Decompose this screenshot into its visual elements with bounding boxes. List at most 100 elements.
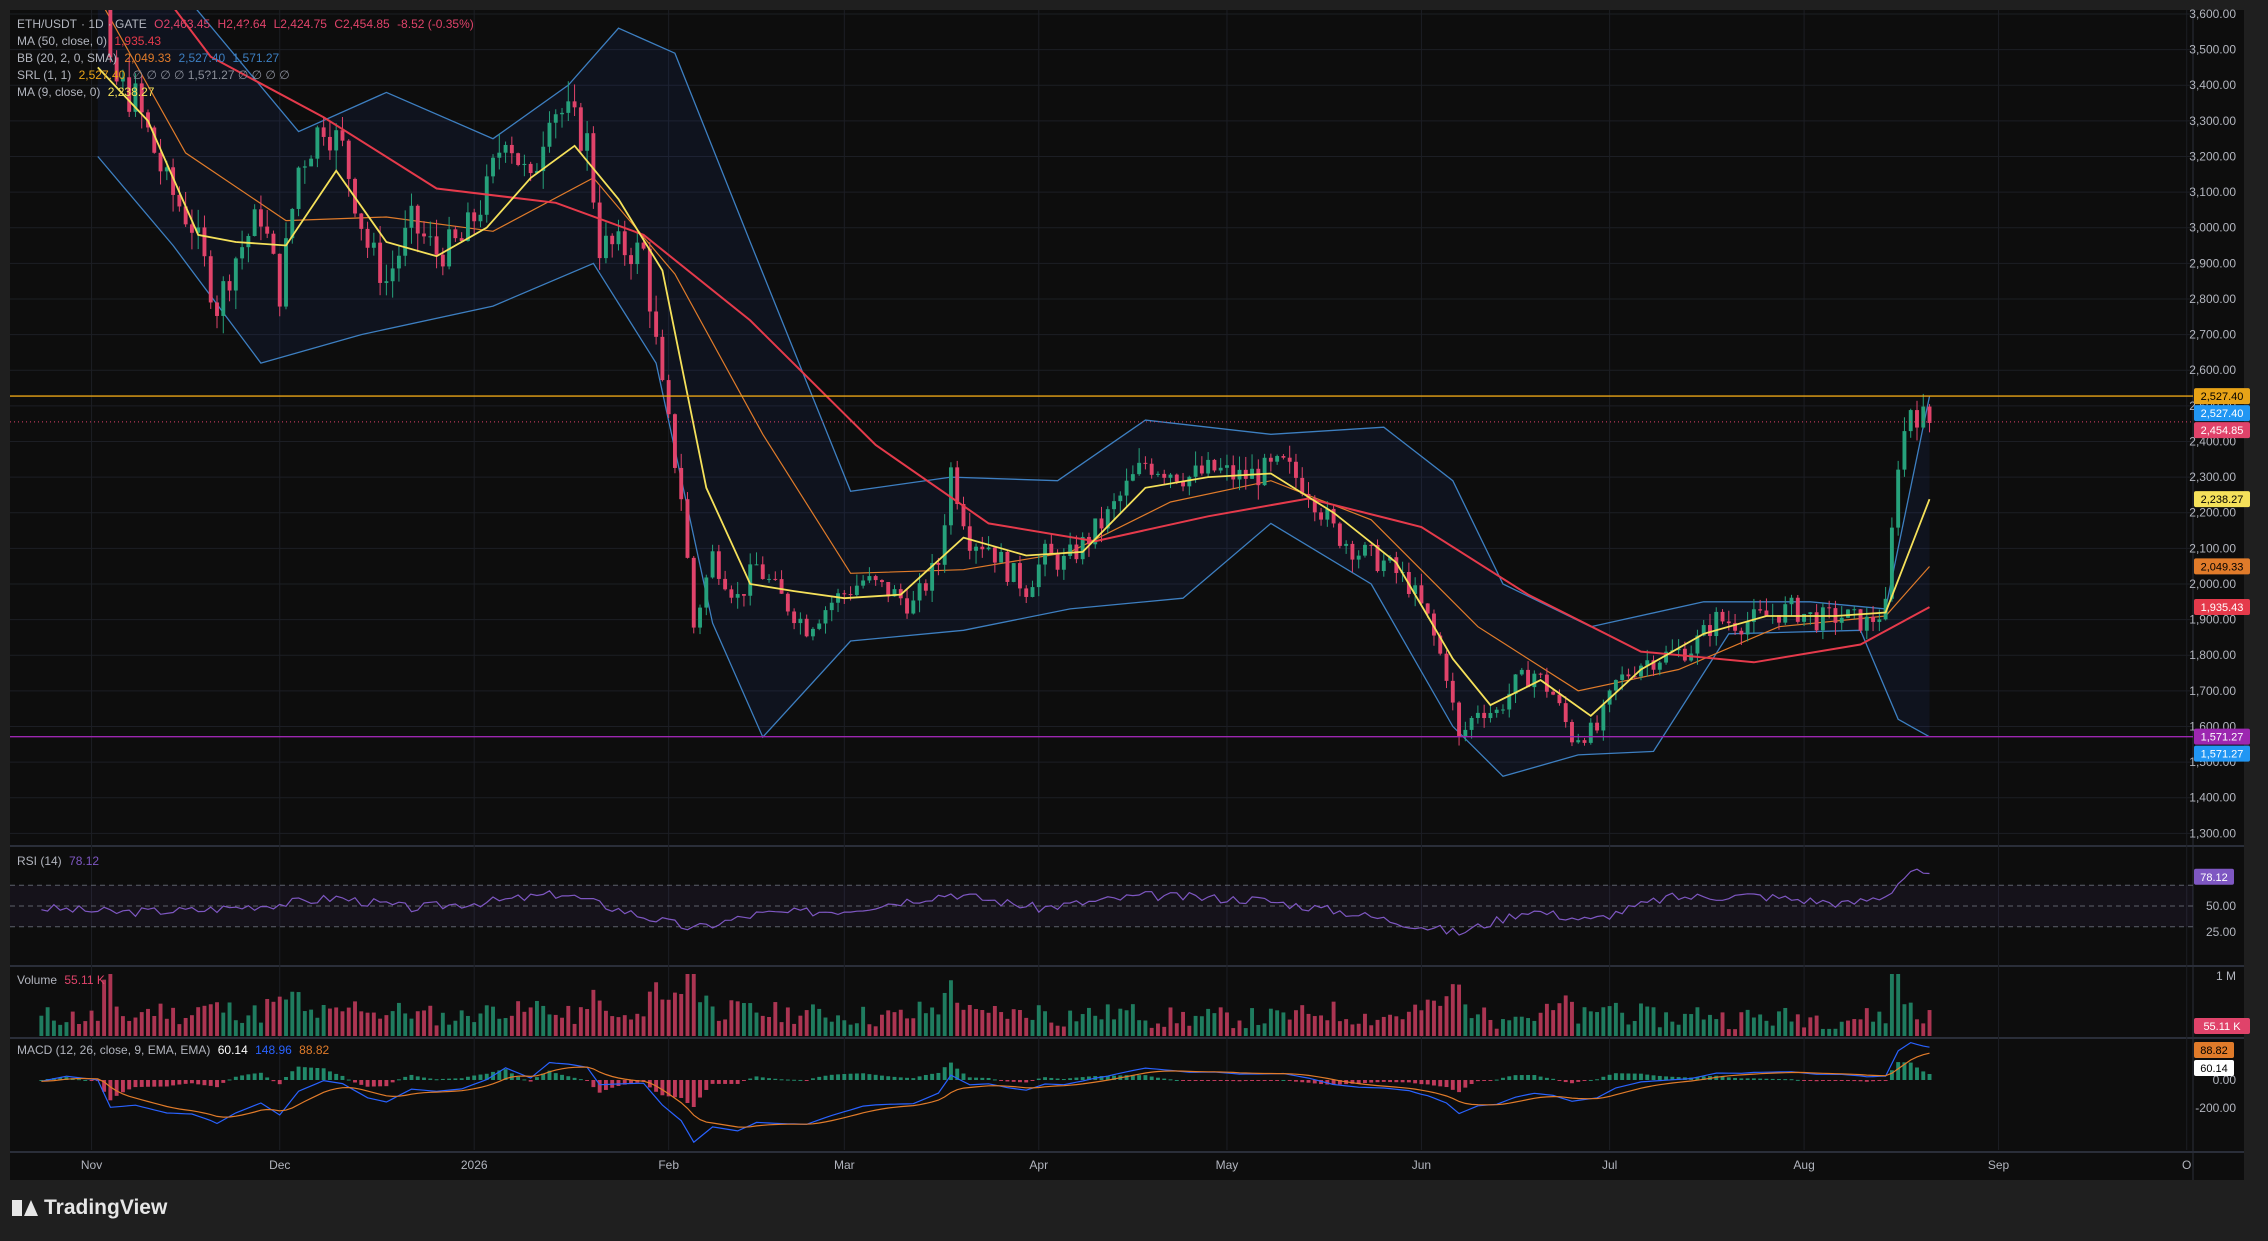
candle-body — [1130, 474, 1135, 481]
volume-bar — [760, 1015, 765, 1036]
volume-bar — [798, 1015, 803, 1036]
candle-body — [509, 144, 514, 154]
candle-body — [1657, 662, 1662, 670]
volume-bar — [1018, 1009, 1022, 1036]
legend-open: O2,463.45 — [154, 17, 211, 31]
macd-histogram-bar — [829, 1074, 834, 1080]
volume-bar — [1325, 1020, 1330, 1036]
volume-bar — [340, 1011, 345, 1036]
volume-bar — [986, 1012, 991, 1036]
volume-bar — [848, 1024, 853, 1036]
macd-histogram-bar — [1595, 1079, 1600, 1081]
x-tick-label: Jul — [1602, 1158, 1617, 1172]
chart-canvas[interactable]: Nov Dec 2026 Feb Mar Apr May Jun Jul Aug Sep O 3,600… — [0, 0, 2268, 1241]
macd-histogram-bar — [1664, 1076, 1669, 1080]
candle-body — [415, 205, 420, 234]
volume-bar — [1432, 1000, 1436, 1036]
macd-histogram-bar — [760, 1077, 765, 1080]
macd-histogram-bar — [917, 1076, 922, 1080]
legend-ma9-row[interactable]: MA (9, close, 0) 2,238.27 — [17, 84, 158, 101]
macd-histogram-bar — [572, 1077, 577, 1080]
macd-histogram-bar — [886, 1076, 891, 1080]
volume-bar — [453, 1020, 458, 1036]
volume-bar — [1670, 1021, 1675, 1036]
price-badge-label: 2,454.85 — [2201, 425, 2244, 437]
candle-body — [754, 564, 759, 566]
legend-srl-extra: ∅ ∅ ∅ ∅ 1,5?1.27 ∅ ∅ ∅ ∅ — [132, 68, 290, 82]
legend-volume-row[interactable]: Volume 55.11 K — [17, 972, 109, 989]
legend-symbol[interactable]: ETH/USDT — [17, 17, 77, 31]
candle-body — [980, 546, 985, 550]
volume-bar — [1112, 1019, 1116, 1036]
macd-histogram-bar — [1394, 1080, 1399, 1083]
volume-bar — [1281, 1012, 1286, 1036]
candle-body — [252, 209, 257, 237]
macd-histogram-bar — [1187, 1080, 1192, 1081]
candle-body — [1475, 712, 1480, 718]
volume-bar — [327, 1008, 332, 1036]
legend-srl-row[interactable]: SRL (1, 1) 2,527.40 ∅ ∅ ∅ ∅ 1,5?1.27 ∅ ∅… — [17, 67, 294, 84]
volume-bar — [465, 1015, 470, 1036]
macd-histogram-bar — [252, 1073, 257, 1080]
candle-body — [1601, 704, 1606, 731]
candle-body — [1846, 609, 1850, 618]
candle-body — [773, 578, 778, 580]
macd-histogram-bar — [1783, 1079, 1788, 1081]
macd-histogram-bar — [848, 1073, 853, 1080]
legend-macd-row[interactable]: MACD (12, 26, close, 9, EMA, EMA) 60.14 … — [17, 1042, 333, 1059]
macd-histogram-bar — [1457, 1080, 1462, 1093]
macd-histogram-bar — [1237, 1080, 1242, 1082]
volume-bar — [1645, 1006, 1650, 1036]
volume-bar — [196, 1007, 201, 1036]
macd-histogram-bar — [221, 1080, 226, 1083]
candle-body — [1551, 691, 1556, 695]
macd-histogram-bar — [1777, 1079, 1781, 1081]
candle-body — [528, 163, 533, 174]
candle-body — [1381, 560, 1386, 572]
legend-bb-row[interactable]: BB (20, 2, 0, SMA) 2,049.33 2,527.40 1,5… — [17, 50, 283, 67]
volume-bar — [509, 1015, 514, 1036]
candle-body — [723, 578, 728, 590]
volume-bar — [472, 1022, 477, 1036]
y-tick-label: 2,900.00 — [2189, 256, 2236, 270]
volume-bar — [503, 1018, 508, 1036]
legend-ma50-row[interactable]: MA (50, close, 0) 1,935.43 — [17, 33, 165, 50]
candle-body — [221, 281, 226, 316]
macd-histogram-bar — [723, 1080, 728, 1084]
candle-body — [497, 152, 502, 158]
x-tick-label: Jun — [1412, 1158, 1431, 1172]
legend-rsi-row[interactable]: RSI (14) 78.12 — [17, 853, 103, 870]
macd-histogram-bar — [1450, 1080, 1455, 1090]
candle-body — [1199, 465, 1204, 474]
macd-histogram-bar — [139, 1080, 144, 1087]
volume-bar — [779, 1022, 784, 1036]
volume-bar — [735, 1001, 740, 1036]
macd-histogram-bar — [1250, 1080, 1254, 1081]
candle-body — [616, 231, 621, 245]
volume-bar — [302, 1011, 307, 1036]
macd-histogram-bar — [1181, 1080, 1185, 1081]
volume-bar — [547, 1014, 552, 1036]
candle-body — [1526, 669, 1531, 688]
volume-bar — [1915, 1019, 1919, 1036]
volume-bar — [923, 1013, 928, 1036]
volume-bar — [1356, 1023, 1361, 1036]
legend-srl-label: SRL (1, 1) — [17, 68, 72, 82]
volume-bar — [748, 1003, 753, 1036]
legend-symbol-row: ETH/USDT · 1D · GATE O2,463.45 H2,4?.64 L2… — [17, 17, 474, 31]
macd-histogram-bar — [1607, 1074, 1612, 1080]
tradingview-logo[interactable]: TradingView — [12, 1196, 167, 1220]
macd-histogram-bar — [967, 1077, 972, 1080]
volume-bar — [1275, 1010, 1280, 1036]
candle-body — [315, 127, 320, 159]
macd-histogram-bar — [1544, 1077, 1549, 1080]
volume-bar — [1507, 1020, 1512, 1036]
macd-histogram-bar — [403, 1076, 408, 1080]
candle-body — [1118, 495, 1123, 502]
macd-histogram-bar — [1896, 1062, 1901, 1080]
macd-histogram-bar — [396, 1079, 401, 1081]
volume-bar — [1049, 1022, 1054, 1036]
volume-bar — [202, 1005, 207, 1036]
macd-histogram-bar — [246, 1074, 251, 1080]
candle-body — [823, 610, 828, 624]
